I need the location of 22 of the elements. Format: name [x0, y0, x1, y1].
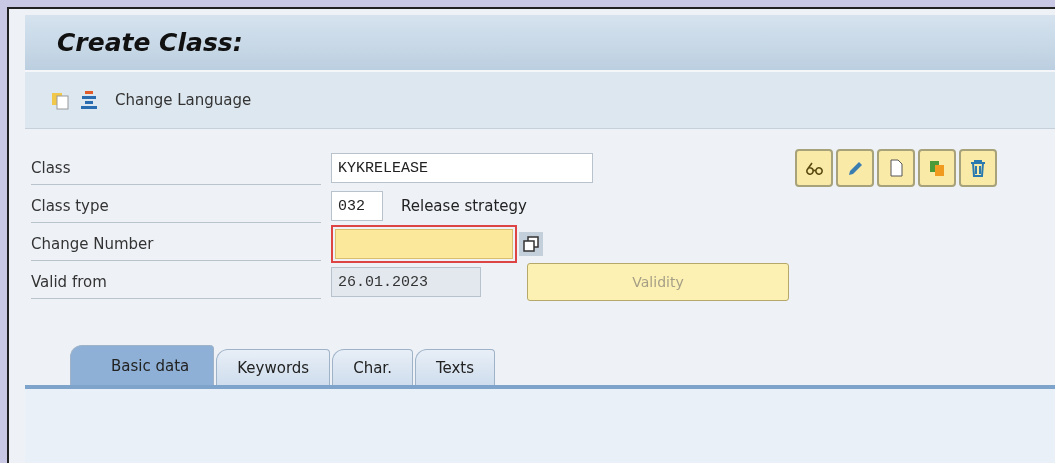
- tab[interactable]: Basic data: [70, 345, 215, 385]
- field-label: Class: [31, 151, 321, 185]
- pencil-icon[interactable]: [836, 149, 874, 187]
- field-label: Class type: [31, 189, 321, 223]
- document-icon[interactable]: [877, 149, 915, 187]
- input-field[interactable]: 26.01.2023: [331, 267, 481, 297]
- copy-document-icon[interactable]: [918, 149, 956, 187]
- field-description: Release strategy: [401, 197, 527, 215]
- input-field[interactable]: [335, 229, 513, 259]
- copy-icon[interactable]: [519, 232, 543, 256]
- input-field[interactable]: KYKRELEASE: [331, 153, 593, 183]
- tab[interactable]: Texts: [414, 349, 496, 385]
- field-label: Valid from: [31, 265, 321, 299]
- input-field[interactable]: 032: [331, 191, 383, 221]
- trash-icon[interactable]: [959, 149, 997, 187]
- tab[interactable]: Keywords: [216, 349, 331, 385]
- tab[interactable]: Char.: [332, 349, 413, 385]
- field-label: Change Number: [31, 227, 321, 261]
- glasses-icon[interactable]: [795, 149, 833, 187]
- change-language-button[interactable]: Change Language: [111, 91, 256, 109]
- window-title: Create Class:: [57, 28, 243, 57]
- list-icon[interactable]: [79, 89, 99, 111]
